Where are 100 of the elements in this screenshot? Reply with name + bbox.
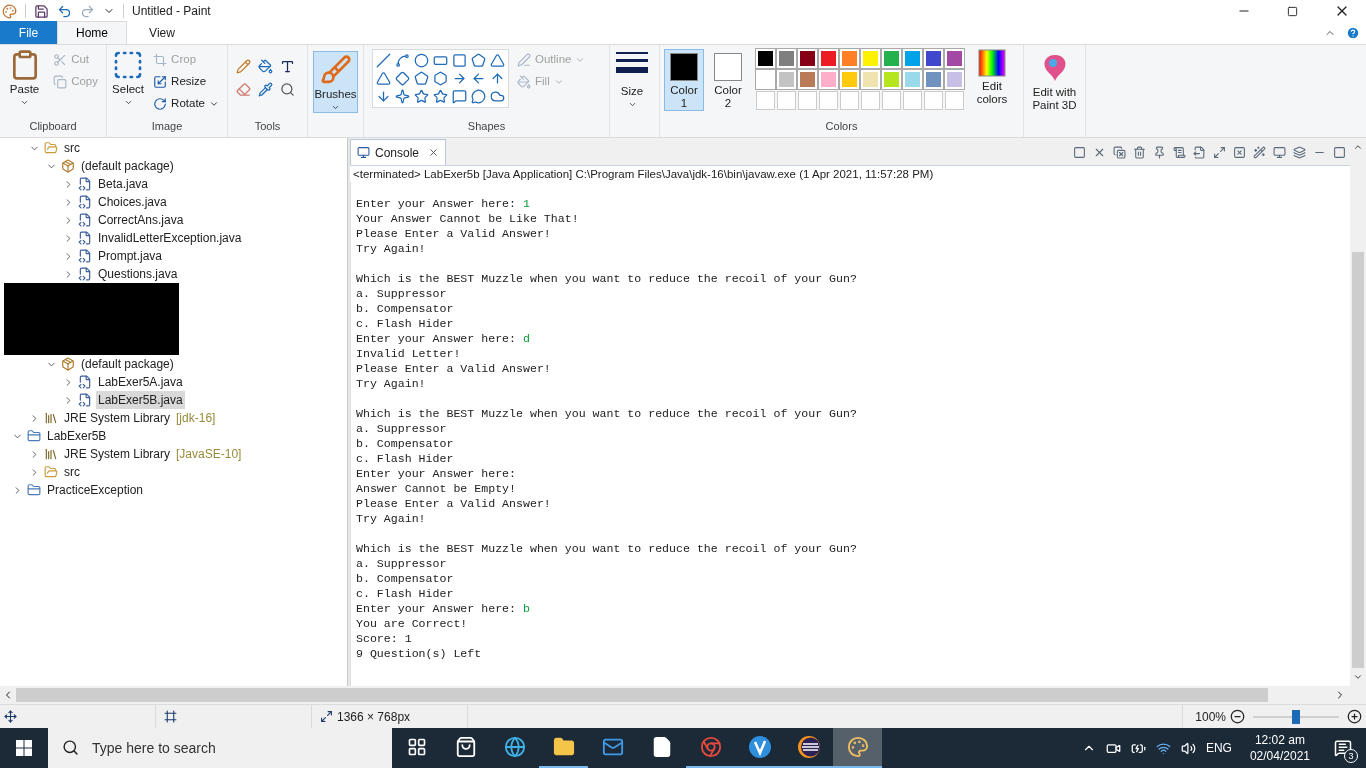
console-toolbar-icon[interactable] [1253, 145, 1266, 159]
empty-swatch[interactable] [945, 91, 964, 110]
ribbon-button[interactable]: Resize [149, 71, 223, 93]
windows-logo-icon[interactable] [16, 740, 32, 756]
shape-icon[interactable] [414, 89, 429, 104]
shape-icon[interactable] [376, 71, 391, 86]
palette-swatch[interactable] [945, 49, 964, 68]
browser-icon[interactable] [503, 736, 526, 758]
palette-swatch[interactable] [861, 49, 880, 68]
palette-swatch[interactable] [903, 49, 922, 68]
tree-item[interactable]: Prompt.java [96, 247, 165, 265]
pencil-icon[interactable] [236, 59, 251, 74]
taskbar-clock[interactable]: 12:02 am 02/04/2021 [1241, 732, 1318, 764]
volume-icon[interactable] [1180, 740, 1196, 756]
shape-icon[interactable] [452, 53, 467, 68]
color-slot-button[interactable]: Color 1 [664, 49, 704, 111]
shape-icon[interactable] [471, 71, 486, 86]
shape-icon[interactable] [433, 89, 448, 104]
zoom-slider-thumb[interactable] [1292, 709, 1300, 724]
console-toolbar-icon[interactable] [1333, 145, 1346, 159]
tree-item[interactable]: InvalidLetterException.java [96, 229, 244, 247]
shape-icon[interactable] [452, 89, 467, 104]
palette-swatch[interactable] [924, 49, 943, 68]
tree-item[interactable]: (default package) [79, 157, 176, 175]
magnifier-icon[interactable] [280, 82, 295, 97]
empty-swatch[interactable] [924, 91, 943, 110]
tree-item[interactable]: src [62, 139, 82, 157]
scroll-up-icon[interactable] [1353, 142, 1363, 152]
folder-icon[interactable] [552, 736, 575, 758]
shape-icon[interactable] [471, 53, 486, 68]
tree-item[interactable]: Beta.java [96, 175, 151, 193]
ribbon-tab[interactable]: Home [57, 21, 127, 44]
palette-swatch[interactable] [756, 49, 775, 68]
console-toolbar-icon[interactable] [1173, 145, 1186, 159]
palette-swatch[interactable] [882, 49, 901, 68]
input-language[interactable]: ENG [1205, 739, 1232, 757]
network-icon[interactable] [1155, 740, 1171, 756]
console-toolbar-icon[interactable] [1213, 145, 1226, 159]
palette-swatch[interactable] [756, 70, 775, 89]
palette-swatch[interactable] [798, 49, 817, 68]
tree-item[interactable]: JRE System Library [62, 409, 173, 427]
palette-swatch[interactable] [777, 49, 796, 68]
empty-swatch[interactable] [840, 91, 859, 110]
shape-icon[interactable] [395, 71, 410, 86]
notifications-icon[interactable] [1334, 739, 1352, 757]
edit-colors-button[interactable]: Edit colors [972, 49, 1012, 106]
tree-item[interactable]: CorrectAns.java [96, 211, 186, 229]
tree-item[interactable]: JRE System Library [62, 445, 173, 463]
shape-icon[interactable] [490, 53, 505, 68]
tree-item[interactable]: (default package) [79, 355, 176, 373]
paint-3d-button[interactable]: Edit with Paint 3D [1026, 53, 1083, 112]
vertical-scrollbar[interactable] [1350, 138, 1366, 686]
eraser-icon[interactable] [236, 82, 251, 97]
help-icon[interactable] [1346, 26, 1360, 40]
scroll-down-icon[interactable] [1353, 672, 1363, 682]
shape-icon[interactable] [471, 89, 486, 104]
task-view-icon[interactable] [406, 737, 427, 757]
shape-icon[interactable] [452, 71, 467, 86]
mail-icon[interactable] [601, 736, 624, 758]
palette-swatch[interactable] [903, 70, 922, 89]
zoom-out-icon[interactable] [1230, 709, 1245, 724]
palette-swatch[interactable] [798, 70, 817, 89]
maximize-icon[interactable] [1287, 5, 1298, 17]
fill-bucket-icon[interactable] [258, 59, 273, 74]
palette-swatch[interactable] [819, 49, 838, 68]
color-picker-icon[interactable] [258, 82, 273, 97]
taskbar-search-field[interactable]: Type here to search [48, 728, 392, 768]
ribbon-tab[interactable]: View [127, 21, 197, 44]
empty-swatch[interactable] [861, 91, 880, 110]
palette-swatch[interactable] [777, 70, 796, 89]
console-toolbar-icon[interactable] [1133, 145, 1146, 159]
save-icon[interactable] [34, 3, 49, 19]
tree-item[interactable]: PracticeException [45, 481, 146, 499]
empty-swatch[interactable] [882, 91, 901, 110]
console-toolbar-icon[interactable] [1153, 145, 1166, 159]
tree-item[interactable]: LabExer5B.java [96, 391, 185, 409]
console-tab[interactable]: Console [350, 139, 447, 165]
zoom-in-icon[interactable] [1347, 709, 1362, 724]
undo-icon[interactable] [57, 3, 72, 19]
empty-swatch[interactable] [798, 91, 817, 110]
tree-item[interactable]: Questions.java [96, 265, 180, 283]
brushes-button[interactable]: Brushes [313, 51, 358, 113]
empty-swatch[interactable] [777, 91, 796, 110]
v-logo-icon[interactable] [747, 735, 772, 759]
text-tool-icon[interactable] [280, 59, 295, 74]
tree-item[interactable]: Choices.java [96, 193, 169, 211]
console-toolbar-icon[interactable] [1113, 145, 1126, 159]
tree-item[interactable]: LabExer5B [45, 427, 109, 445]
console-toolbar-icon[interactable] [1273, 145, 1286, 159]
empty-swatch[interactable] [819, 91, 838, 110]
shape-icon[interactable] [433, 53, 448, 68]
horizontal-scrollbar[interactable] [0, 686, 1366, 704]
console-toolbar-icon[interactable] [1193, 145, 1206, 159]
shape-icon[interactable] [490, 89, 505, 104]
shape-icon[interactable] [490, 71, 505, 86]
ribbon-button[interactable]: Rotate [149, 93, 223, 115]
console-toolbar-icon[interactable] [1233, 145, 1246, 159]
console-toolbar-icon[interactable] [1073, 145, 1086, 159]
shape-icon[interactable] [433, 71, 448, 86]
console-toolbar-icon[interactable] [1293, 145, 1306, 159]
